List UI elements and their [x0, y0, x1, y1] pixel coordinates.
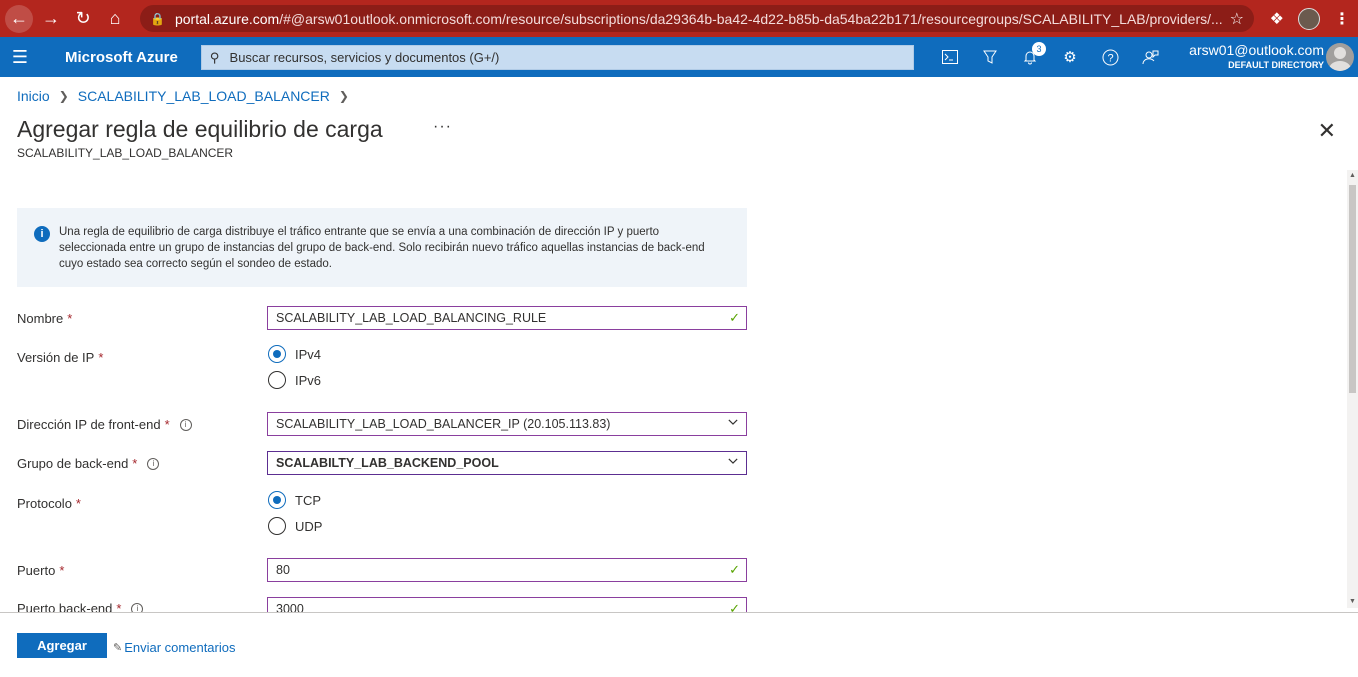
- backend-pool-label: Grupo de back-end * i: [17, 456, 160, 471]
- send-feedback-link[interactable]: ✎ Enviar comentarios: [113, 640, 236, 655]
- tcp-radio[interactable]: TCP: [268, 491, 321, 509]
- azure-topbar: ☰ Microsoft Azure ⚲ 3 ⚙ ? arsw01@outlook…: [0, 37, 1358, 77]
- breadcrumb-load-balancer[interactable]: SCALABILITY_LAB_LOAD_BALANCER: [78, 88, 330, 104]
- ipv4-radio[interactable]: IPv4: [268, 345, 321, 363]
- breadcrumb: Inicio ❯ SCALABILITY_LAB_LOAD_BALANCER ❯: [17, 88, 358, 104]
- forward-arrow-icon[interactable]: →: [37, 5, 65, 33]
- ip-version-label: Versión de IP *: [17, 350, 104, 365]
- info-tooltip-icon[interactable]: i: [147, 457, 160, 470]
- svg-text:?: ?: [1107, 52, 1113, 64]
- more-options-icon[interactable]: ···: [433, 118, 452, 136]
- scroll-up-icon[interactable]: ▲: [1349, 172, 1356, 179]
- global-search[interactable]: ⚲: [201, 45, 914, 70]
- name-field[interactable]: SCALABILITY_LAB_LOAD_BALANCING_RULE ✓: [267, 306, 747, 330]
- name-label: Nombre *: [17, 311, 73, 326]
- help-icon[interactable]: ?: [1090, 37, 1130, 77]
- checkmark-icon: ✓: [729, 310, 740, 325]
- back-arrow-icon[interactable]: ←: [5, 4, 33, 33]
- account-email: arsw01@outlook.com: [1189, 42, 1324, 58]
- scroll-down-icon[interactable]: ▼: [1349, 598, 1356, 605]
- cloud-shell-icon[interactable]: [930, 37, 970, 77]
- add-button[interactable]: Agregar: [17, 633, 107, 658]
- radio-unselected-icon: [268, 517, 286, 535]
- footer-bar: Agregar ✎ Enviar comentarios: [0, 612, 1358, 677]
- ipv6-radio[interactable]: IPv6: [268, 371, 321, 389]
- directory-filter-icon[interactable]: [970, 37, 1010, 77]
- global-search-input[interactable]: [229, 50, 890, 65]
- notification-count-badge: 3: [1032, 42, 1046, 56]
- bookmark-star-icon[interactable]: ☆: [1230, 9, 1244, 29]
- port-label: Puerto *: [17, 563, 65, 578]
- chevron-right-icon: ❯: [58, 89, 69, 103]
- chevron-down-icon: [728, 419, 738, 425]
- home-icon[interactable]: ⌂: [101, 5, 129, 33]
- url-text: portal.azure.com/#@arsw01outlook.onmicro…: [174, 10, 1223, 27]
- radio-unselected-icon: [268, 371, 286, 389]
- notifications-bell-icon[interactable]: 3: [1010, 37, 1050, 77]
- extensions-icon[interactable]: ❖: [1270, 9, 1284, 29]
- search-icon: ⚲: [210, 49, 220, 65]
- account-directory: DEFAULT DIRECTORY: [1228, 60, 1324, 70]
- port-field[interactable]: 80 ✓: [267, 558, 747, 582]
- frontend-ip-dropdown[interactable]: SCALABILITY_LAB_LOAD_BALANCER_IP (20.105…: [267, 412, 747, 436]
- user-avatar[interactable]: [1326, 43, 1354, 71]
- address-bar[interactable]: 🔒 portal.azure.com/#@arsw01outlook.onmic…: [140, 5, 1254, 32]
- frontend-ip-label: Dirección IP de front-end * i: [17, 417, 192, 432]
- checkmark-icon: ✓: [729, 562, 740, 577]
- info-banner: i Una regla de equilibrio de carga distr…: [17, 208, 747, 287]
- lock-icon: 🔒: [150, 11, 165, 26]
- browser-menu-icon[interactable]: ⋮: [1334, 9, 1350, 29]
- page-subtitle: SCALABILITY_LAB_LOAD_BALANCER: [17, 146, 234, 160]
- portal-menu-icon[interactable]: ☰: [0, 37, 40, 77]
- settings-gear-icon[interactable]: ⚙: [1050, 37, 1090, 77]
- browser-profile-avatar[interactable]: [1298, 7, 1320, 30]
- info-tooltip-icon[interactable]: i: [179, 418, 192, 431]
- backend-pool-dropdown[interactable]: SCALABILTY_LAB_BACKEND_POOL: [267, 451, 747, 475]
- browser-toolbar: ← → ↻ ⌂ 🔒 portal.azure.com/#@arsw01outlo…: [0, 0, 1358, 37]
- azure-brand[interactable]: Microsoft Azure: [65, 49, 178, 66]
- page-title: Agregar regla de equilibrio de carga: [17, 116, 383, 142]
- radio-selected-icon: [268, 491, 286, 509]
- radio-selected-icon: [268, 345, 286, 363]
- feedback-icon[interactable]: [1130, 37, 1170, 77]
- scrollbar-thumb[interactable]: [1349, 185, 1356, 393]
- info-text: Una regla de equilibrio de carga distrib…: [59, 226, 705, 270]
- protocol-label: Protocolo *: [17, 496, 81, 511]
- account-menu[interactable]: arsw01@outlook.com DEFAULT DIRECTORY: [1189, 42, 1324, 70]
- feedback-icon: ✎: [113, 642, 123, 654]
- udp-radio[interactable]: UDP: [268, 517, 322, 535]
- close-icon[interactable]: ✕: [1318, 118, 1336, 144]
- scrollbar[interactable]: [1347, 170, 1358, 608]
- chevron-down-icon: [728, 458, 738, 464]
- info-icon: i: [34, 226, 50, 242]
- reload-icon[interactable]: ↻: [69, 5, 97, 33]
- breadcrumb-home[interactable]: Inicio: [17, 88, 50, 104]
- chevron-right-icon: ❯: [338, 89, 349, 103]
